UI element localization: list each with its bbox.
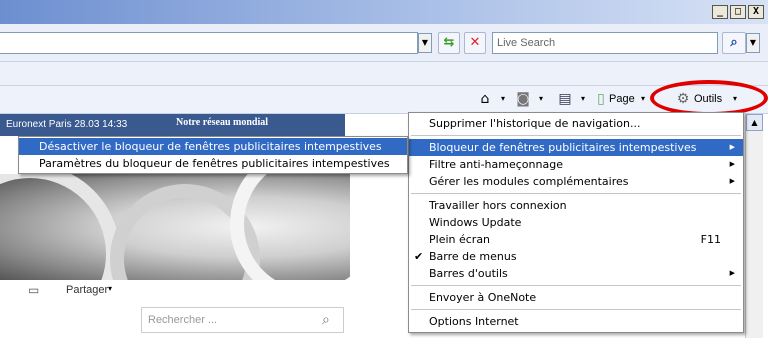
print-dropdown-icon[interactable]: ▾ [574,90,592,108]
feeds-icon[interactable]: ◙ [514,90,532,108]
pipe-shape [230,174,350,280]
tools-menu: Supprimer l'historique de navigation... … [408,112,744,333]
search-input[interactable]: Live Search [492,32,718,54]
address-input[interactable] [0,32,418,54]
maximize-button[interactable]: □ [730,5,746,19]
popup-blocker-submenu: Désactiver le bloqueur de fenêtres publi… [18,136,408,174]
submenu-arrow-icon: ▶ [729,177,735,185]
menu-item-menu-bar[interactable]: ✔ Barre de menus [409,248,743,265]
menu-item-manage-addons[interactable]: Gérer les modules complémentaires ▶ [409,173,743,190]
menu-item-windows-update[interactable]: Windows Update [409,214,743,231]
search-options-button[interactable]: ▼ [746,33,760,53]
stop-icon[interactable]: ✕ [464,32,486,54]
menu-item-popup-blocker-settings[interactable]: Paramètres du bloqueur de fenêtres publi… [19,155,407,172]
window-controls: _ □ X [712,5,764,19]
submenu-arrow-icon: ▶ [729,160,735,168]
title-bar: _ □ X [0,0,768,24]
search-icon[interactable]: ⌕ [322,312,330,328]
address-dropdown-button[interactable]: ▼ [418,33,432,53]
menu-separator [411,309,741,310]
hero-image [0,174,350,280]
menu-item-full-screen[interactable]: Plein écran F11 [409,231,743,248]
submenu-arrow-icon: ▶ [729,269,735,277]
scroll-up-button[interactable]: ▲ [746,114,763,131]
address-bar-row: ▼ ⇆ ✕ Live Search ⌕ ▼ [0,24,768,62]
home-dropdown-icon[interactable]: ▾ [494,90,512,108]
check-icon: ✔ [414,250,424,263]
chevron-down-icon: ▾ [108,284,113,293]
shortcut-label: F11 [700,233,721,246]
market-ticker: Euronext Paris 28.03 14:33 [6,119,128,130]
site-search-input[interactable]: Rechercher ... [141,307,344,333]
menu-separator [411,285,741,286]
share-button[interactable]: Partager [66,284,108,296]
menu-separator [411,193,741,194]
close-button[interactable]: X [748,5,764,19]
menu-item-internet-options[interactable]: Options Internet [409,313,743,330]
print-icon[interactable]: ▭ [28,283,39,297]
network-title[interactable]: Notre réseau mondial [176,117,268,128]
menu-separator [411,135,741,136]
refresh-icon[interactable]: ⇆ [438,32,460,54]
menu-item-disable-popup-blocker[interactable]: Désactiver le bloqueur de fenêtres publi… [19,138,407,155]
menu-item-toolbars[interactable]: Barres d'outils ▶ [409,265,743,282]
menu-item-phishing-filter[interactable]: Filtre anti-hameçonnage ▶ [409,156,743,173]
pipe-shape [0,174,120,280]
menu-item-work-offline[interactable]: Travailler hors connexion [409,197,743,214]
home-icon[interactable]: ⌂ [476,90,494,108]
vertical-scrollbar[interactable]: ▲ [745,114,763,338]
market-banner: Euronext Paris 28.03 14:33 Notre réseau … [0,114,345,136]
menu-item-send-onenote[interactable]: Envoyer à OneNote [409,289,743,306]
page-icon: ▯ [597,91,605,107]
submenu-arrow-icon: ▶ [729,143,735,151]
print-icon[interactable]: ▤ [556,90,574,108]
share-bar: ▭ Partager ▾ [0,282,350,302]
favorites-bar [0,62,768,86]
minimize-button[interactable]: _ [712,5,728,19]
menu-item-popup-blocker[interactable]: Bloqueur de fenêtres publicitaires intem… [409,139,743,156]
menu-item-delete-history[interactable]: Supprimer l'historique de navigation... [409,115,743,132]
tools-highlight-annotation [650,80,768,116]
search-icon[interactable]: ⌕ [722,32,746,54]
page-menu-button[interactable]: Page [609,93,635,105]
feeds-dropdown-icon[interactable]: ▾ [532,90,550,108]
